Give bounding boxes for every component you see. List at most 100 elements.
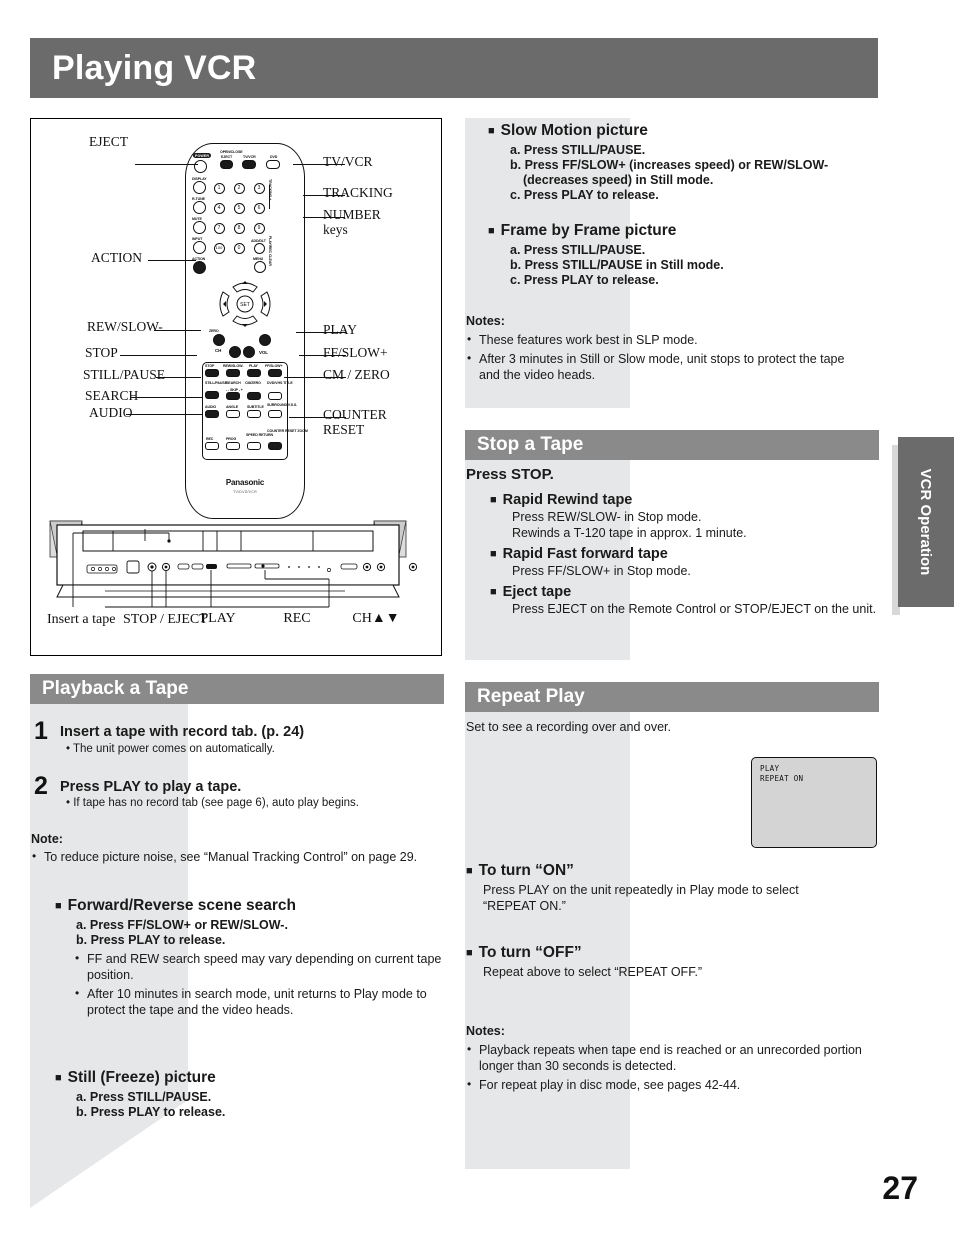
- section-title-stop-a-tape: Stop a Tape: [477, 434, 584, 455]
- remote-power-button[interactable]: [194, 160, 207, 173]
- remote-mute-button[interactable]: [193, 221, 206, 234]
- remote-play-label: PLAY: [249, 364, 258, 368]
- remote-zoom-button[interactable]: [268, 442, 282, 450]
- remote-rew-slow-button[interactable]: [226, 369, 240, 377]
- osd-line-repeat-on: REPEAT ON: [760, 774, 804, 783]
- vcr-unit-drawing: [49, 520, 418, 608]
- remote-number-key-4-label: 4: [217, 205, 221, 211]
- vcr-label-ch-updown: CH▲▼: [352, 611, 400, 626]
- remote-number-key-3-label: 3: [257, 185, 261, 191]
- remote-play-button[interactable]: [247, 369, 261, 377]
- remote-ffslow-label: FF/SLOW+: [265, 364, 283, 368]
- remote-prog-button[interactable]: [226, 442, 240, 450]
- remote-number-key-5-label: 5: [237, 205, 241, 211]
- eject-tape-heading: Eject tape: [490, 584, 866, 600]
- rapid-ff-line-1: Press FF/SLOW+ in Stop mode.: [512, 564, 691, 578]
- rapid-rewind-line-2: Rewinds a T-120 tape in approx. 1 minute…: [512, 526, 747, 540]
- playback-step-2-sub: • If tape has no record tab (see page 6)…: [66, 797, 359, 809]
- playback-step-2-title: Press PLAY to play a tape.: [60, 779, 242, 795]
- vcr-label-insert-tape: Insert a tape: [47, 612, 116, 627]
- remote-display-button[interactable]: [193, 181, 206, 194]
- remote-vol-up-button[interactable]: [259, 334, 271, 346]
- remote-stop-label: STOP: [205, 364, 215, 368]
- remote-ch-label: CH: [215, 348, 222, 353]
- remote-action-button[interactable]: [193, 261, 206, 274]
- scene-search-block: Forward/Reverse scene search a. Press FF…: [55, 897, 453, 1021]
- playback-note-label: Note:: [31, 832, 63, 846]
- page-number: 27: [882, 1170, 918, 1206]
- turn-on-line-1: Press PLAY on the unit repeatedly in Pla…: [483, 883, 799, 897]
- repeat-notes-item-1: Playback repeats when tape end is reache…: [466, 1041, 866, 1074]
- remote-menu-button[interactable]: [254, 261, 266, 273]
- remote-dpad[interactable]: SET: [219, 275, 271, 333]
- remote-brand-logo: Panasonic: [225, 478, 265, 487]
- page-title-bar: Playing VCR: [30, 38, 878, 98]
- remote-rtune-button[interactable]: [193, 201, 206, 214]
- remote-surround-button[interactable]: [268, 410, 282, 418]
- remote-audio-label: AUDIO: [205, 405, 217, 409]
- callout-tvvcr: TV/VCR: [323, 154, 373, 169]
- slow-motion-step-a: a. Press STILL/PAUSE.: [510, 143, 646, 157]
- remote-ch-up-button[interactable]: [213, 334, 225, 346]
- remote-stop-button[interactable]: [205, 369, 219, 377]
- callout-play: PLAY: [323, 322, 358, 337]
- remote-speed-return-button[interactable]: [247, 442, 261, 450]
- callout-audio: AUDIO: [89, 405, 133, 420]
- leader-audio: [126, 414, 203, 415]
- remote-eject-button[interactable]: [220, 160, 233, 169]
- remote-input-button[interactable]: [193, 241, 206, 254]
- remote-audio-button[interactable]: [205, 410, 219, 418]
- remote-number-key-1-label: 1: [217, 185, 221, 191]
- remote-angle-label: ANGLE: [226, 405, 239, 409]
- remote-tvvcr-button[interactable]: [242, 160, 256, 169]
- remote-open-close-label: OPEN/CLOSE: [220, 150, 243, 154]
- rapid-rewind-heading: Rapid Rewind tape: [490, 492, 866, 508]
- remote-eject-label: EJECT: [221, 154, 233, 159]
- remote-power-label: POWER: [193, 153, 212, 158]
- remote-tracking-bracket: [269, 185, 270, 209]
- remote-ff-slow-button[interactable]: [268, 369, 282, 377]
- callout-eject: EJECT: [89, 134, 128, 149]
- turn-off-line-1: Repeat above to select “REPEAT OFF.”: [483, 965, 703, 979]
- repeat-notes-item-2: For repeat play in disc mode, see pages …: [466, 1076, 866, 1093]
- remote-number-key-100-label: 100: [215, 245, 223, 250]
- eject-tape-line-1: Press EJECT on the Remote Control or STO…: [512, 602, 877, 616]
- remote-rec-label: REC: [206, 437, 214, 441]
- remote-cm-zero-button[interactable]: [247, 392, 261, 400]
- playback-step-1-sub: • The unit power comes on automatically.: [66, 743, 275, 755]
- remote-search-button[interactable]: [226, 392, 240, 400]
- remote-playrec-clear-label: PLAY/REC CLEAR: [268, 236, 272, 266]
- remote-dvd-button[interactable]: [266, 160, 280, 169]
- remote-ch-down-button[interactable]: [229, 346, 241, 358]
- remote-subtitle-label: SUBTITLE: [247, 405, 264, 409]
- stop-a-tape-block: Press STOP. Rapid Rewind tape Press REW/…: [466, 466, 876, 617]
- leader-search: [131, 397, 203, 398]
- remote-rec-button[interactable]: [205, 442, 219, 450]
- notes-top-label: Notes:: [466, 314, 505, 328]
- tv-osd-screen: PLAY REPEAT ON: [751, 757, 877, 848]
- callout-stop: STOP: [85, 345, 118, 360]
- remote-number-key-6-label: 6: [257, 205, 261, 211]
- repeat-play-notes-block: Notes: Playback repeats when tape end is…: [466, 1024, 866, 1096]
- remote-subtitle-button[interactable]: [247, 410, 261, 418]
- section-header-stop-a-tape: Stop a Tape: [465, 430, 879, 460]
- repeat-play-intro: Set to see a recording over and over.: [466, 720, 671, 734]
- remote-number-key-0-label: 0: [237, 245, 241, 251]
- remote-dvd-vhs-title-button[interactable]: [268, 392, 282, 400]
- remote-stillpause-label: STILL/PAUSE: [205, 381, 227, 385]
- remote-adddlt-button[interactable]: [254, 243, 265, 254]
- callout-tracking: TRACKING: [323, 185, 393, 200]
- svg-text:SET: SET: [240, 302, 250, 308]
- slow-motion-step-c: c. Press PLAY to release.: [510, 188, 659, 202]
- remote-still-pause-button[interactable]: [205, 391, 219, 399]
- side-tab-label: VCR Operation: [917, 468, 935, 576]
- side-tab-vcr-operation: VCR Operation: [898, 437, 954, 607]
- slow-motion-block: Slow Motion picture a. Press STILL/PAUSE…: [488, 122, 878, 203]
- remote-model-label: TV/DVD/VCR: [233, 490, 257, 494]
- frame-by-frame-heading: Frame by Frame picture: [488, 222, 878, 240]
- remote-vol-down-button[interactable]: [243, 346, 255, 358]
- remote-angle-button[interactable]: [226, 410, 240, 418]
- remote-cmzero-label: CM/ZERO: [245, 381, 261, 385]
- turn-off-block: To turn “OFF” Repeat above to select “RE…: [466, 944, 866, 980]
- remote-number-key-7-label: 7: [217, 225, 221, 231]
